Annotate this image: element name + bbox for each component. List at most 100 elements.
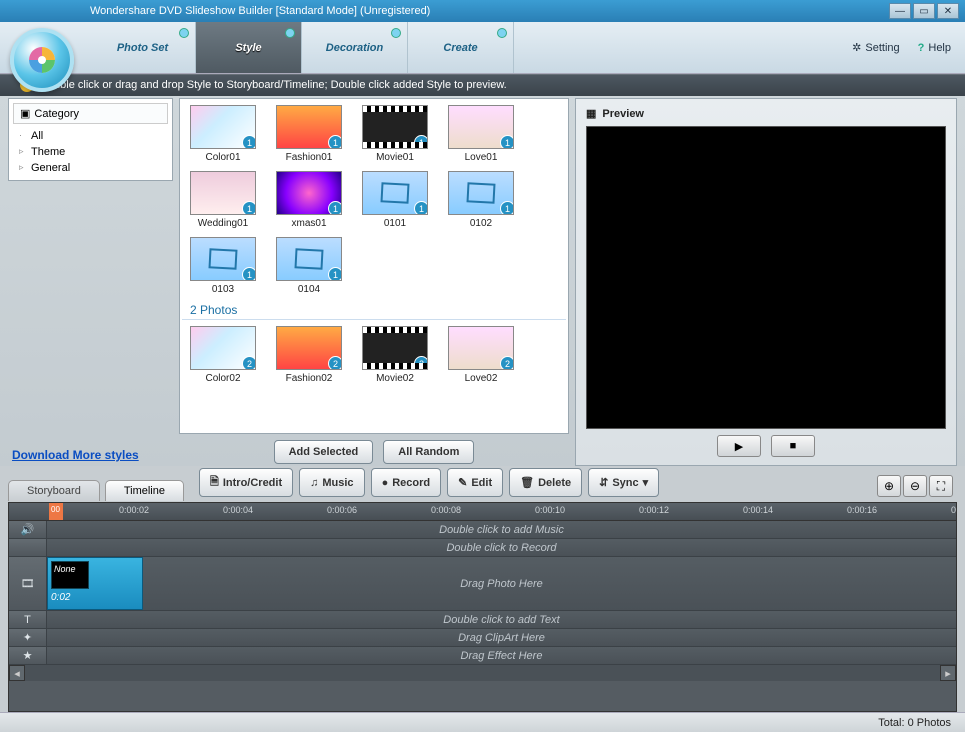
delete-button[interactable]: 🗑Delete: [509, 468, 582, 497]
gear-icon: ✲: [852, 41, 861, 54]
tab-timeline[interactable]: Timeline: [105, 480, 184, 501]
badge-icon: 1: [328, 135, 342, 149]
style-thumb[interactable]: 1 Movie01: [362, 105, 428, 163]
category-icon: ▣: [20, 107, 30, 120]
style-thumb[interactable]: 1 Color01: [190, 105, 256, 163]
film-icon[interactable]: 🎞: [9, 557, 47, 610]
thumb-image: 1: [362, 171, 428, 215]
photo-track[interactable]: None 0:02 Drag Photo Here: [47, 557, 956, 610]
ruler-tick: 0:00:04: [223, 505, 253, 515]
edit-button[interactable]: ✎Edit: [447, 468, 503, 497]
thumb-image: 2: [362, 326, 428, 370]
hint-bar: Double click or drag and drop Style to S…: [0, 74, 965, 96]
style-thumb[interactable]: 1 Wedding01: [190, 171, 256, 229]
timeline: 00 0:00:020:00:040:00:060:00:080:00:100:…: [8, 502, 957, 712]
music-track[interactable]: Double click to add Music: [47, 521, 956, 538]
maximize-button[interactable]: ▭: [913, 3, 935, 19]
thumb-image: 2: [276, 326, 342, 370]
thumb-label: Movie01: [362, 152, 428, 163]
preview-panel: ▦Preview ▶ ■: [575, 98, 957, 466]
intro-credit-button[interactable]: 🗎Intro/Credit: [199, 468, 293, 497]
record-track[interactable]: Double click to Record: [47, 539, 956, 556]
indicator-icon: [285, 28, 295, 38]
badge-icon: 1: [328, 201, 342, 215]
clipart-track[interactable]: Drag ClipArt Here: [47, 629, 956, 646]
scroll-left-button[interactable]: ◂: [9, 665, 25, 681]
style-thumb[interactable]: 2 Color02: [190, 326, 256, 384]
scroll-right-button[interactable]: ▸: [940, 665, 956, 681]
badge-icon: 2: [328, 356, 342, 370]
tab-label: Photo Set: [117, 42, 168, 54]
tab-photo-set[interactable]: Photo Set: [90, 22, 196, 73]
thumb-label: Love02: [448, 373, 514, 384]
thumb-image: 1: [276, 237, 342, 281]
playhead[interactable]: 00: [49, 503, 63, 520]
badge-icon: 1: [242, 201, 256, 215]
style-thumb[interactable]: 1 xmas01: [276, 171, 342, 229]
dropdown-icon: ▾: [643, 476, 649, 489]
thumb-label: Wedding01: [190, 218, 256, 229]
tree-item-general[interactable]: General: [17, 160, 168, 176]
category-tree: All Theme General: [13, 128, 168, 176]
help-button[interactable]: ?Help: [918, 42, 951, 54]
zoom-fit-button[interactable]: ⛶: [929, 475, 953, 497]
style-browser[interactable]: 1 Color01 1 Fashion01 1 Movie01 1 Love01…: [179, 98, 569, 434]
style-thumb[interactable]: 2 Love02: [448, 326, 514, 384]
zoom-out-button[interactable]: ⊖: [903, 475, 927, 497]
zoom-in-button[interactable]: ⊕: [877, 475, 901, 497]
app-logo: [10, 28, 74, 92]
thumb-label: 0102: [448, 218, 514, 229]
record-button[interactable]: ●Record: [371, 468, 442, 497]
ruler-tick: 0:00:12: [639, 505, 669, 515]
stop-button[interactable]: ■: [771, 435, 815, 457]
clipart-icon[interactable]: ✦: [9, 629, 47, 646]
tree-item-theme[interactable]: Theme: [17, 144, 168, 160]
style-thumb[interactable]: 2 Fashion02: [276, 326, 342, 384]
style-thumb[interactable]: 1 0103: [190, 237, 256, 295]
timeline-clip[interactable]: None 0:02: [47, 557, 143, 610]
setting-button[interactable]: ✲Setting: [852, 41, 899, 54]
tree-item-all[interactable]: All: [17, 128, 168, 144]
add-selected-button[interactable]: Add Selected: [274, 440, 374, 464]
minimize-button[interactable]: —: [889, 3, 911, 19]
thumb-image: 1: [362, 105, 428, 149]
tab-decoration[interactable]: Decoration: [302, 22, 408, 73]
sync-icon: ⇵: [599, 476, 608, 489]
all-random-button[interactable]: All Random: [383, 440, 474, 464]
timeline-toolbar: Storyboard Timeline 🗎Intro/Credit ♫Music…: [8, 466, 957, 502]
style-thumb[interactable]: 1 Fashion01: [276, 105, 342, 163]
timeline-scrollbar[interactable]: ◂▸: [9, 665, 956, 681]
play-button[interactable]: ▶: [717, 435, 761, 457]
hint-text: Double click or drag and drop Style to S…: [40, 79, 507, 91]
sync-button[interactable]: ⇵Sync ▾: [588, 468, 659, 497]
text-icon[interactable]: T: [9, 611, 47, 628]
trash-icon: 🗑: [520, 476, 534, 489]
effect-icon[interactable]: ★: [9, 647, 47, 664]
style-thumb[interactable]: 1 0104: [276, 237, 342, 295]
record-track-icon[interactable]: [9, 539, 47, 556]
time-ruler[interactable]: 00 0:00:020:00:040:00:060:00:080:00:100:…: [9, 503, 956, 521]
style-thumb[interactable]: 2 Movie02: [362, 326, 428, 384]
tab-storyboard[interactable]: Storyboard: [8, 480, 100, 501]
style-thumb[interactable]: 1 0102: [448, 171, 514, 229]
music-button[interactable]: ♫Music: [299, 468, 364, 497]
effect-track[interactable]: Drag Effect Here: [47, 647, 956, 664]
main-toolbar: Photo Set Style Decoration Create ✲Setti…: [0, 22, 965, 74]
close-button[interactable]: ✕: [937, 3, 959, 19]
download-more-link[interactable]: Download More styles: [8, 438, 173, 466]
ruler-tick: 0:00:16: [847, 505, 877, 515]
thumb-label: 0103: [190, 284, 256, 295]
thumb-image: 1: [190, 171, 256, 215]
tab-label: Create: [443, 42, 477, 54]
tab-style[interactable]: Style: [196, 22, 302, 73]
style-thumb[interactable]: 1 Love01: [448, 105, 514, 163]
style-thumb[interactable]: 1 0101: [362, 171, 428, 229]
tab-create[interactable]: Create: [408, 22, 514, 73]
scroll-track[interactable]: [25, 665, 940, 681]
tab-label: Decoration: [326, 42, 383, 54]
clip-thumb: None: [51, 561, 89, 589]
text-track[interactable]: Double click to add Text: [47, 611, 956, 628]
help-icon: ?: [918, 42, 925, 54]
speaker-icon[interactable]: 🔊: [9, 521, 47, 538]
badge-icon: 1: [500, 201, 514, 215]
